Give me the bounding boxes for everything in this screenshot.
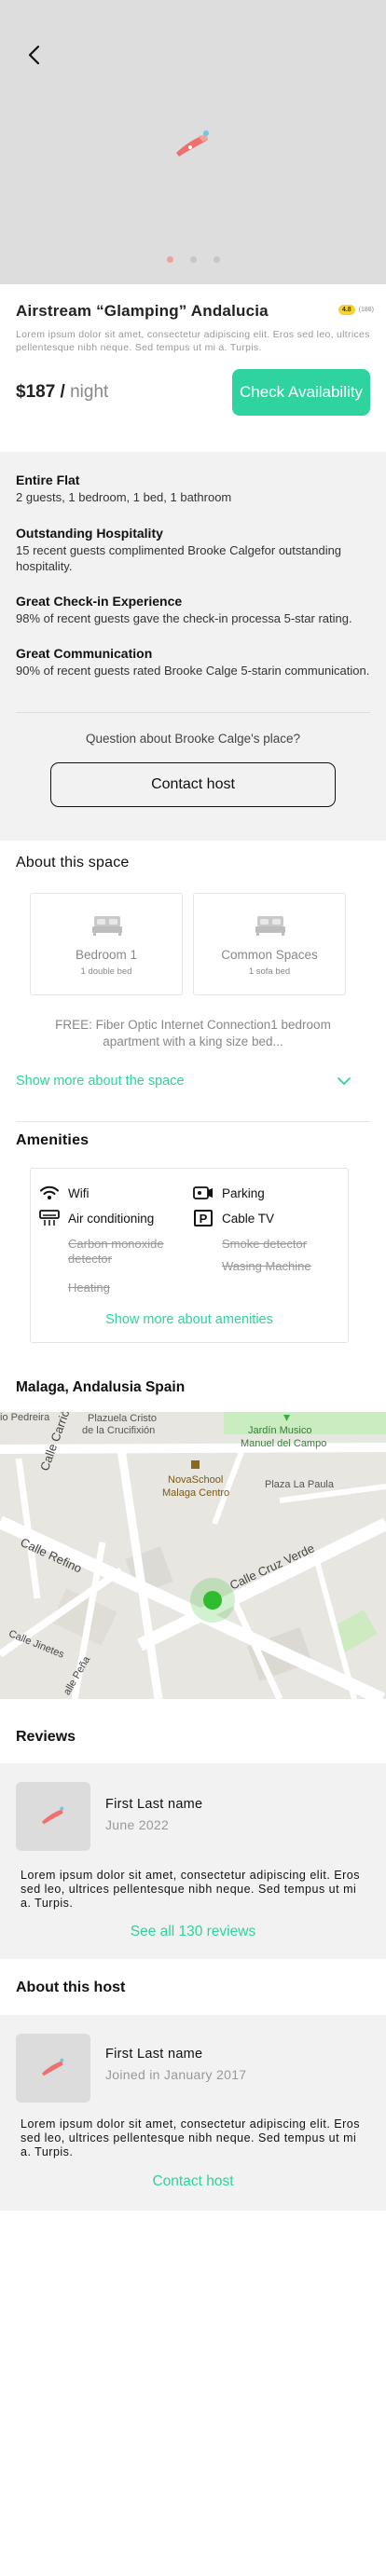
amenities-card: Wifi Parking Air conditioning P Cable TV… — [30, 1168, 349, 1343]
rating: 4.8 (188) — [338, 305, 374, 315]
amenity-unavailable: Smoke detector — [222, 1237, 308, 1251]
gallery-dot[interactable] — [166, 256, 173, 263]
price: $187 / night — [16, 382, 108, 403]
map-label: Manuel del Campo — [241, 1438, 327, 1449]
parking-icon — [193, 1185, 214, 1201]
room-beds: 1 double bed — [80, 966, 132, 977]
host-section: First Last name Joined in January 2017 L… — [0, 2015, 386, 2211]
amenity-unavailable: Wasing Machine — [222, 1259, 311, 1273]
listing-header: Airstream “Glamping” Andalucia 4.8 (188)… — [16, 302, 374, 354]
highlight-text: 2 guests, 1 bedroom, 1 bed, 1 bathroom — [16, 490, 232, 504]
space-heading: About this space — [16, 855, 130, 870]
room-card: Bedroom 1 1 double bed — [30, 893, 183, 995]
room-name: Common Spaces — [221, 948, 318, 962]
divider — [16, 712, 370, 713]
amenity-item: Wifi — [39, 1185, 90, 1201]
bed-icon — [255, 916, 285, 936]
highlight-title: Great Check-in Experience — [16, 594, 183, 609]
host-name: First Last name — [105, 2047, 203, 2062]
location-map[interactable]: io Pedreira Plazuela Cristo de la Crucif… — [0, 1412, 386, 1699]
location-heading: Malaga, Andalusia Spain — [16, 1379, 186, 1395]
chevron-down-icon — [338, 1077, 351, 1086]
check-availability-button[interactable]: Check Availability — [232, 369, 370, 416]
amenity-unavailable: Carbon monoxide detector — [68, 1237, 164, 1266]
listing-title: Airstream “Glamping” Andalucia — [16, 302, 269, 320]
image-placeholder-icon — [176, 130, 209, 157]
reviews-heading: Reviews — [16, 1729, 76, 1745]
amenity-label: Cable TV — [222, 1211, 275, 1226]
contact-host-button[interactable]: Contact host — [50, 762, 336, 807]
amenity-unavailable: Heating — [68, 1281, 110, 1295]
price-unit: night — [70, 382, 109, 402]
highlight-title: Outstanding Hospitality — [16, 526, 163, 541]
amenity-label: Wifi — [68, 1185, 90, 1200]
amenities-heading: Amenities — [16, 1132, 90, 1148]
gallery-pagination — [0, 256, 386, 263]
rating-count: (188) — [358, 307, 374, 313]
map-label: NovaSchool — [168, 1474, 224, 1486]
host-question: Question about Brooke Calge's place? — [86, 732, 300, 746]
host-joined: Joined in January 2017 — [105, 2067, 247, 2082]
air-conditioning-icon — [39, 1210, 60, 1226]
image-placeholder-icon — [42, 2058, 64, 2076]
host-bio: Lorem ipsum dolor sit amet, consectetur … — [21, 2117, 360, 2158]
show-more-space-link[interactable]: Show more about the space — [16, 1072, 352, 1090]
map-label: Jardín Musico — [248, 1425, 312, 1436]
highlight-item: Great Communication 90% of recent guests… — [16, 646, 375, 678]
back-arrow-icon — [28, 45, 40, 65]
back-button[interactable] — [21, 41, 48, 69]
amenity-item: Air conditioning — [39, 1210, 154, 1226]
map-label: Plaza La Paula — [265, 1479, 334, 1490]
highlights-section: Entire Flat 2 guests, 1 bedroom, 1 bed, … — [0, 452, 386, 841]
highlight-title: Entire Flat — [16, 473, 80, 487]
highlight-title: Great Communication — [16, 646, 153, 661]
map-label: Plazuela Cristo — [88, 1413, 157, 1424]
map-label: io Pedreira — [0, 1412, 50, 1423]
photo-gallery[interactable] — [0, 0, 386, 284]
map-label: de la Crucifixión — [82, 1425, 156, 1436]
rating-badge: 4.8 — [338, 305, 355, 315]
room-name: Bedroom 1 — [75, 948, 138, 962]
amenity-label: Parking — [222, 1185, 265, 1200]
review-date: June 2022 — [105, 1817, 170, 1832]
svg-text:P: P — [200, 1212, 208, 1226]
amenity-item: P Cable TV — [193, 1210, 274, 1226]
host-heading: About this host — [16, 1980, 126, 1995]
map-pin-icon — [203, 1591, 222, 1610]
review-text: Lorem ipsum dolor sit amet, consectetur … — [21, 1869, 360, 1910]
reviews-section: First Last name June 2022 Lorem ipsum do… — [0, 1763, 386, 1959]
see-all-reviews-link[interactable]: See all 130 reviews — [0, 1924, 386, 1940]
show-more-space-label: Show more about the space — [16, 1074, 185, 1089]
highlight-item: Entire Flat 2 guests, 1 bedroom, 1 bed, … — [16, 473, 375, 505]
reviewer-name: First Last name — [105, 1797, 203, 1812]
highlight-item: Great Check-in Experience 98% of recent … — [16, 594, 375, 626]
gallery-dot[interactable] — [213, 256, 220, 263]
space-summary: FREE: Fiber Optic Internet Connection1 b… — [55, 1018, 331, 1048]
amenity-label: Air conditioning — [68, 1211, 155, 1226]
gallery-dot[interactable] — [189, 256, 197, 263]
divider — [16, 1121, 370, 1122]
amenity-item: Parking — [193, 1185, 265, 1201]
price-amount: $187 / — [16, 382, 65, 402]
show-more-amenities-link[interactable]: Show more about amenities — [31, 1312, 348, 1327]
wifi-icon — [39, 1185, 60, 1201]
contact-host-link[interactable]: Contact host — [0, 2173, 386, 2190]
avatar — [16, 1782, 90, 1851]
map-label: Malaga Centro — [162, 1487, 230, 1499]
room-beds: 1 sofa bed — [248, 966, 291, 977]
highlight-text: 90% of recent guests rated Brooke Calge … — [16, 664, 370, 678]
listing-description: Lorem ipsum dolor sit amet, consectetur … — [16, 329, 370, 353]
room-card: Common Spaces 1 sofa bed — [193, 893, 346, 995]
cable-tv-icon: P — [193, 1210, 214, 1226]
price-row: $187 / night Check Availability — [16, 368, 370, 417]
image-placeholder-icon — [42, 1806, 64, 1825]
highlight-text: 15 recent guests complimented Brooke Cal… — [16, 543, 342, 573]
highlight-text: 98% of recent guests gave the check-in p… — [16, 611, 352, 625]
highlight-item: Outstanding Hospitality 15 recent guests… — [16, 526, 375, 574]
bed-icon — [92, 916, 122, 936]
avatar — [16, 2034, 90, 2103]
